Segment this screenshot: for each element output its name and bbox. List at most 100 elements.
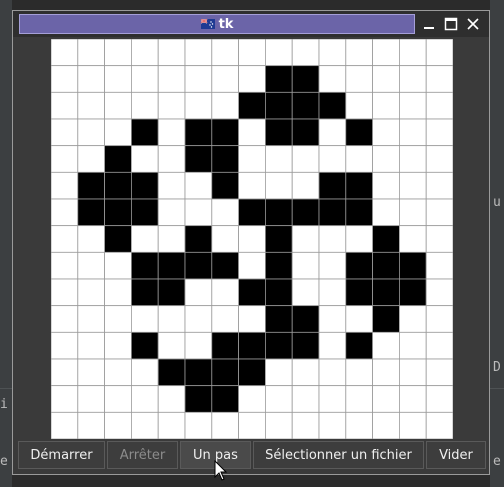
grid-cell[interactable] [77,145,105,173]
start-button[interactable]: Démarrer [18,441,105,469]
grid-cell[interactable] [318,358,347,387]
grid-cell[interactable] [398,225,427,253]
grid-cell-alive[interactable] [345,118,373,147]
grid-cell[interactable] [51,358,79,387]
grid-cell[interactable] [372,358,400,387]
grid-cell[interactable] [51,385,79,413]
grid-cell[interactable] [77,358,105,387]
grid-cell[interactable] [184,331,213,360]
grid-cell-alive[interactable] [184,385,213,413]
grid-cell[interactable] [77,251,105,280]
grid-cell[interactable] [131,65,159,93]
select-file-button[interactable]: Sélectionner un fichier [253,441,424,469]
grid-cell[interactable] [318,305,347,333]
grid-cell[interactable] [264,145,293,173]
grid-cell[interactable] [131,145,159,173]
grid-cell[interactable] [345,91,373,120]
life-grid[interactable] [51,39,453,439]
grid-cell-alive[interactable] [264,118,293,147]
grid-cell-alive[interactable] [77,171,105,200]
grid-cell[interactable] [157,331,186,360]
grid-cell-alive[interactable] [264,91,293,120]
grid-cell[interactable] [238,118,266,147]
grid-cell[interactable] [211,65,240,93]
grid-cell-alive[interactable] [291,118,320,147]
grid-cell[interactable] [372,118,400,147]
grid-cell[interactable] [318,251,347,280]
grid-cell[interactable] [425,65,453,93]
grid-cell[interactable] [398,171,427,200]
grid-cell-alive[interactable] [345,251,373,280]
grid-cell[interactable] [238,411,266,439]
grid-cell[interactable] [157,411,186,439]
grid-cell[interactable] [345,411,373,439]
grid-cell-alive[interactable] [318,171,347,200]
grid-cell-alive[interactable] [157,278,186,307]
grid-cell[interactable] [372,65,400,93]
grid-cell[interactable] [131,39,159,67]
grid-cell[interactable] [211,39,240,67]
grid-cell-alive[interactable] [264,251,293,280]
grid-cell-alive[interactable] [291,91,320,120]
grid-cell[interactable] [291,411,320,439]
grid-cell-alive[interactable] [238,91,266,120]
grid-cell-alive[interactable] [264,198,293,227]
grid-cell[interactable] [157,385,186,413]
grid-cell-alive[interactable] [238,198,266,227]
grid-cell-alive[interactable] [211,171,240,200]
grid-cell[interactable] [77,305,105,333]
grid-cell[interactable] [51,91,79,120]
grid-cell[interactable] [345,39,373,67]
life-grid-canvas[interactable] [51,39,453,439]
grid-cell[interactable] [318,385,347,413]
grid-cell[interactable] [77,411,105,439]
grid-cell[interactable] [51,145,79,173]
grid-cell[interactable] [131,385,159,413]
grid-cell[interactable] [425,278,453,307]
grid-cell-alive[interactable] [211,251,240,280]
grid-cell[interactable] [51,171,79,200]
grid-cell-alive[interactable] [238,358,266,387]
grid-cell[interactable] [398,118,427,147]
grid-cell[interactable] [264,358,293,387]
grid-cell[interactable] [398,145,427,173]
grid-cell[interactable] [238,385,266,413]
grid-cell[interactable] [318,118,347,147]
grid-cell[interactable] [264,411,293,439]
grid-cell[interactable] [104,91,132,120]
grid-cell-alive[interactable] [77,198,105,227]
grid-cell-alive[interactable] [211,118,240,147]
grid-cell-alive[interactable] [291,331,320,360]
grid-cell[interactable] [157,171,186,200]
grid-cell[interactable] [77,39,105,67]
grid-cell[interactable] [398,91,427,120]
grid-cell-alive[interactable] [238,278,266,307]
grid-cell-alive[interactable] [398,251,427,280]
grid-cell[interactable] [51,65,79,93]
grid-cell[interactable] [398,358,427,387]
grid-cell-alive[interactable] [211,385,240,413]
grid-cell-alive[interactable] [318,198,347,227]
grid-cell[interactable] [157,39,186,67]
grid-cell[interactable] [131,91,159,120]
grid-cell[interactable] [211,305,240,333]
grid-cell[interactable] [291,251,320,280]
grid-cell[interactable] [425,39,453,67]
grid-cell[interactable] [157,118,186,147]
grid-cell[interactable] [104,411,132,439]
grid-cell[interactable] [77,278,105,307]
grid-cell[interactable] [104,251,132,280]
grid-cell[interactable] [238,65,266,93]
grid-cell-alive[interactable] [211,145,240,173]
grid-cell[interactable] [238,305,266,333]
grid-cell[interactable] [291,385,320,413]
grid-cell[interactable] [184,91,213,120]
grid-cell-alive[interactable] [157,251,186,280]
grid-cell[interactable] [104,331,132,360]
grid-cell-alive[interactable] [184,145,213,173]
grid-cell[interactable] [345,65,373,93]
grid-cell[interactable] [131,225,159,253]
grid-cell[interactable] [77,118,105,147]
grid-cell-alive[interactable] [131,278,159,307]
grid-cell[interactable] [345,385,373,413]
